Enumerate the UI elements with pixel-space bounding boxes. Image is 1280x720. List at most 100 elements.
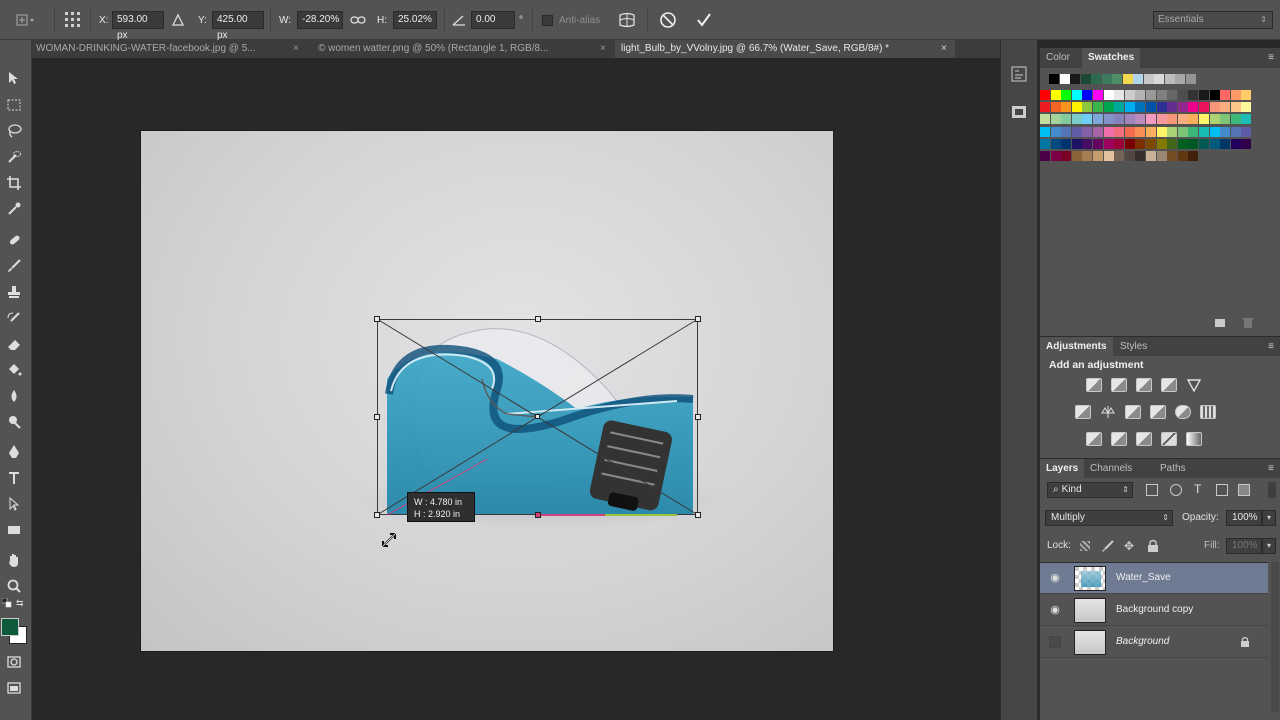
color-swatch[interactable] <box>1082 138 1093 149</box>
tab-adjustments[interactable]: Adjustments <box>1040 337 1113 357</box>
transform-handle-bottom-center[interactable] <box>535 512 541 518</box>
color-swatch[interactable] <box>1135 151 1146 161</box>
color-swatch[interactable] <box>1071 138 1082 149</box>
posterize-icon[interactable] <box>1111 432 1127 446</box>
color-swatch[interactable] <box>1164 74 1175 84</box>
color-swatch[interactable] <box>1188 151 1199 161</box>
color-swatch[interactable] <box>1082 102 1093 113</box>
color-swatch[interactable] <box>1177 90 1188 100</box>
paint-bucket-tool-icon[interactable] <box>4 360 24 380</box>
color-swatch[interactable] <box>1040 102 1050 113</box>
relative-position-icon[interactable] <box>171 0 185 40</box>
color-swatch[interactable] <box>1114 114 1125 125</box>
brush-tool-icon[interactable] <box>4 256 24 276</box>
color-swatch[interactable] <box>1103 114 1114 125</box>
color-swatch[interactable] <box>1082 90 1093 100</box>
blend-mode-select[interactable]: Multiply ⇕ <box>1045 510 1173 526</box>
clone-stamp-tool-icon[interactable] <box>4 282 24 302</box>
vibrance-icon[interactable] <box>1186 378 1202 393</box>
transform-handle-top-center[interactable] <box>535 316 541 322</box>
color-swatch[interactable] <box>1209 138 1220 149</box>
color-swatch[interactable] <box>1135 102 1146 113</box>
color-swatch[interactable] <box>1061 102 1072 113</box>
adjustment-layer-filter-icon[interactable] <box>1170 484 1182 496</box>
color-swatch[interactable] <box>1199 102 1209 113</box>
color-swatch[interactable] <box>1230 90 1241 100</box>
color-swatch[interactable] <box>1050 151 1061 161</box>
color-swatch[interactable] <box>1050 114 1061 125</box>
tab-swatches[interactable]: Swatches <box>1082 48 1141 68</box>
color-swatch[interactable] <box>1093 138 1103 149</box>
color-swatch[interactable] <box>1070 74 1080 84</box>
gradient-map-icon[interactable] <box>1186 432 1202 446</box>
color-swatch[interactable] <box>1124 102 1135 113</box>
color-swatch[interactable] <box>1082 126 1093 137</box>
color-swatch[interactable] <box>1241 114 1252 125</box>
color-swatch[interactable] <box>1146 126 1156 137</box>
color-swatch[interactable] <box>1114 126 1125 137</box>
color-swatch[interactable] <box>1167 138 1178 149</box>
color-swatch[interactable] <box>1188 126 1199 137</box>
visibility-eye-icon[interactable]: ◉ <box>1049 604 1061 616</box>
color-swatch[interactable] <box>1071 126 1082 137</box>
color-swatch[interactable] <box>1241 126 1252 137</box>
layer-row-background[interactable]: Background <box>1040 627 1268 658</box>
tab-layers[interactable]: Layers <box>1040 459 1085 479</box>
dodge-tool-icon[interactable] <box>4 412 24 432</box>
hue-saturation-icon[interactable] <box>1075 405 1091 419</box>
close-icon[interactable]: × <box>941 40 947 58</box>
transform-handle-middle-left[interactable] <box>374 414 380 420</box>
color-swatch[interactable] <box>1050 126 1061 137</box>
color-swatch[interactable] <box>1220 90 1231 100</box>
quick-mask-icon[interactable] <box>4 652 24 672</box>
color-swatch[interactable] <box>1209 102 1220 113</box>
color-swatch[interactable] <box>1177 102 1188 113</box>
layer-name[interactable]: Water_Save <box>1116 572 1171 583</box>
color-swatch[interactable] <box>1135 126 1146 137</box>
transform-reference-point[interactable] <box>535 414 540 419</box>
color-swatch[interactable] <box>1199 90 1209 100</box>
default-colors-icon[interactable] <box>1 597 12 608</box>
panel-menu-icon[interactable]: ≡ <box>1268 463 1274 474</box>
tab-channels[interactable]: Channels <box>1084 459 1138 479</box>
tab-light-bulb[interactable]: light_Bulb_by_VVolny.jpg @ 66.7% (Water_… <box>615 40 955 58</box>
layers-scrollbar[interactable] <box>1271 562 1279 712</box>
color-swatch[interactable] <box>1114 102 1125 113</box>
color-swatch[interactable] <box>1146 114 1156 125</box>
eyedropper-tool-icon[interactable] <box>4 199 24 219</box>
filter-toggle[interactable] <box>1268 482 1276 498</box>
transform-handle-bottom-right[interactable] <box>695 512 701 518</box>
color-swatch[interactable] <box>1199 126 1209 137</box>
smart-object-filter-icon[interactable] <box>1238 484 1250 496</box>
tab-women-watter[interactable]: © women watter.png @ 50% (Rectangle 1, R… <box>314 40 590 58</box>
lasso-tool-icon[interactable] <box>4 121 24 141</box>
color-swatch[interactable] <box>1061 90 1072 100</box>
color-swatch[interactable] <box>1059 74 1070 84</box>
color-swatch[interactable] <box>1124 138 1135 149</box>
color-swatch[interactable] <box>1103 102 1114 113</box>
curves-icon[interactable] <box>1136 378 1152 392</box>
color-swatch[interactable] <box>1061 126 1072 137</box>
tab-color[interactable]: Color <box>1040 48 1076 68</box>
color-swatch[interactable] <box>1093 114 1103 125</box>
type-tool-icon[interactable] <box>4 468 24 488</box>
selective-color-icon[interactable] <box>1161 432 1177 446</box>
panel-menu-icon[interactable]: ≡ <box>1268 52 1274 63</box>
invert-icon[interactable] <box>1086 432 1102 446</box>
color-swatch[interactable] <box>1156 114 1167 125</box>
color-swatch[interactable] <box>1154 74 1164 84</box>
brightness-contrast-icon[interactable] <box>1086 378 1102 392</box>
blur-tool-icon[interactable] <box>4 386 24 406</box>
color-swatch[interactable] <box>1167 126 1178 137</box>
pixel-layer-filter-icon[interactable] <box>1146 484 1158 496</box>
color-swatch[interactable] <box>1071 151 1082 161</box>
color-swatch[interactable] <box>1050 138 1061 149</box>
layer-name[interactable]: Background <box>1116 636 1169 647</box>
color-swatch[interactable] <box>1082 114 1093 125</box>
threshold-icon[interactable] <box>1136 432 1152 446</box>
color-swatch[interactable] <box>1071 114 1082 125</box>
color-lookup-icon[interactable] <box>1200 405 1216 419</box>
close-icon[interactable]: × <box>293 40 299 58</box>
layer-row-background-copy[interactable]: ◉ Background copy <box>1040 595 1268 626</box>
color-swatch[interactable] <box>1124 126 1135 137</box>
